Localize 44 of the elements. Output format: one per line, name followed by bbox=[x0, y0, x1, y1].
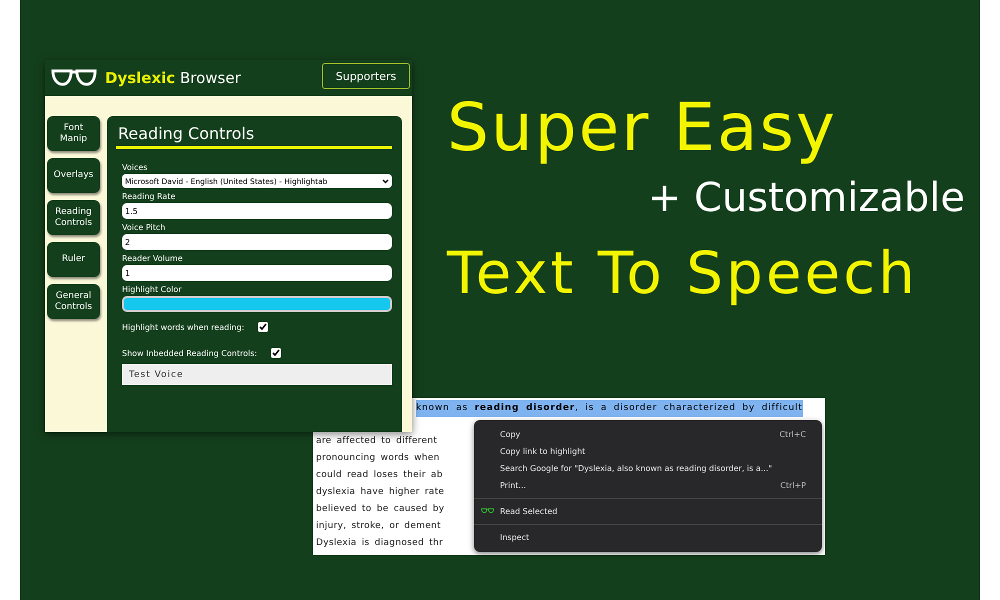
glasses-icon bbox=[481, 508, 494, 514]
field-label: Reader Volume bbox=[122, 254, 184, 263]
menu-item[interactable]: Print... bbox=[500, 481, 780, 490]
article-text: injury, stroke, or dement bbox=[316, 520, 441, 533]
sidebar-tab[interactable]: Ruler bbox=[47, 242, 100, 277]
sidebar-tab[interactable]: Overlays bbox=[47, 158, 100, 193]
panel-title: Reading Controls bbox=[116, 124, 392, 149]
menu-item[interactable]: Copy bbox=[500, 430, 780, 439]
article-text: are affected to different bbox=[316, 435, 438, 448]
menu-item[interactable]: Inspect bbox=[500, 533, 806, 542]
checkbox[interactable] bbox=[258, 322, 268, 332]
article-text: could read loses their ab bbox=[316, 469, 443, 482]
headline: Text To Speech bbox=[447, 238, 919, 309]
brand-name: Dyslexic Browser bbox=[105, 69, 242, 87]
subheadline: + Customizable bbox=[648, 174, 965, 223]
shortcut-text: Ctrl+C bbox=[779, 430, 806, 439]
input-field[interactable]: 1.5 bbox=[122, 203, 392, 219]
article-text: dyslexia have higher rate bbox=[316, 486, 444, 499]
field-label: Highlight Color bbox=[122, 285, 183, 294]
glasses-icon bbox=[51, 68, 97, 88]
headline: Super Easy bbox=[447, 88, 838, 168]
checkbox[interactable] bbox=[271, 348, 282, 358]
chevron-down-icon bbox=[382, 178, 389, 184]
checkbox-label: Highlight words when reading: bbox=[122, 322, 244, 332]
article-text: pronouncing words when bbox=[316, 452, 440, 465]
menu-item[interactable]: Read Selected bbox=[500, 507, 806, 516]
sidebar-tab[interactable]: Font Manip bbox=[47, 116, 100, 151]
color-field[interactable] bbox=[122, 296, 392, 312]
test-voice-button[interactable]: Test Voice bbox=[122, 364, 392, 385]
sidebar-tab[interactable]: Reading Controls bbox=[47, 200, 100, 235]
article-text: known as reading disorder, is a disorder characterized by difficult bbox=[416, 400, 803, 417]
supporters-button[interactable]: Supporters bbox=[322, 63, 410, 89]
input-field[interactable]: 2 bbox=[122, 234, 392, 250]
field-label: Voices bbox=[122, 163, 148, 172]
field-label: Voice Pitch bbox=[122, 223, 166, 232]
article-text: believed to be caused by bbox=[316, 503, 444, 516]
menu-item[interactable]: Copy link to highlight bbox=[500, 447, 806, 456]
checkbox-label: Show Inbedded Reading Controls: bbox=[122, 348, 258, 358]
article-text: Dyslexia is diagnosed thr bbox=[316, 537, 443, 550]
menu-item[interactable]: Search Google for "Dyslexia, also known as reading disorder, is a..." bbox=[500, 464, 806, 473]
sidebar-tab[interactable]: General Controls bbox=[47, 284, 100, 319]
input-field[interactable]: 1 bbox=[122, 265, 392, 281]
shortcut-text: Ctrl+P bbox=[780, 481, 806, 490]
field-label: Reading Rate bbox=[122, 192, 176, 201]
